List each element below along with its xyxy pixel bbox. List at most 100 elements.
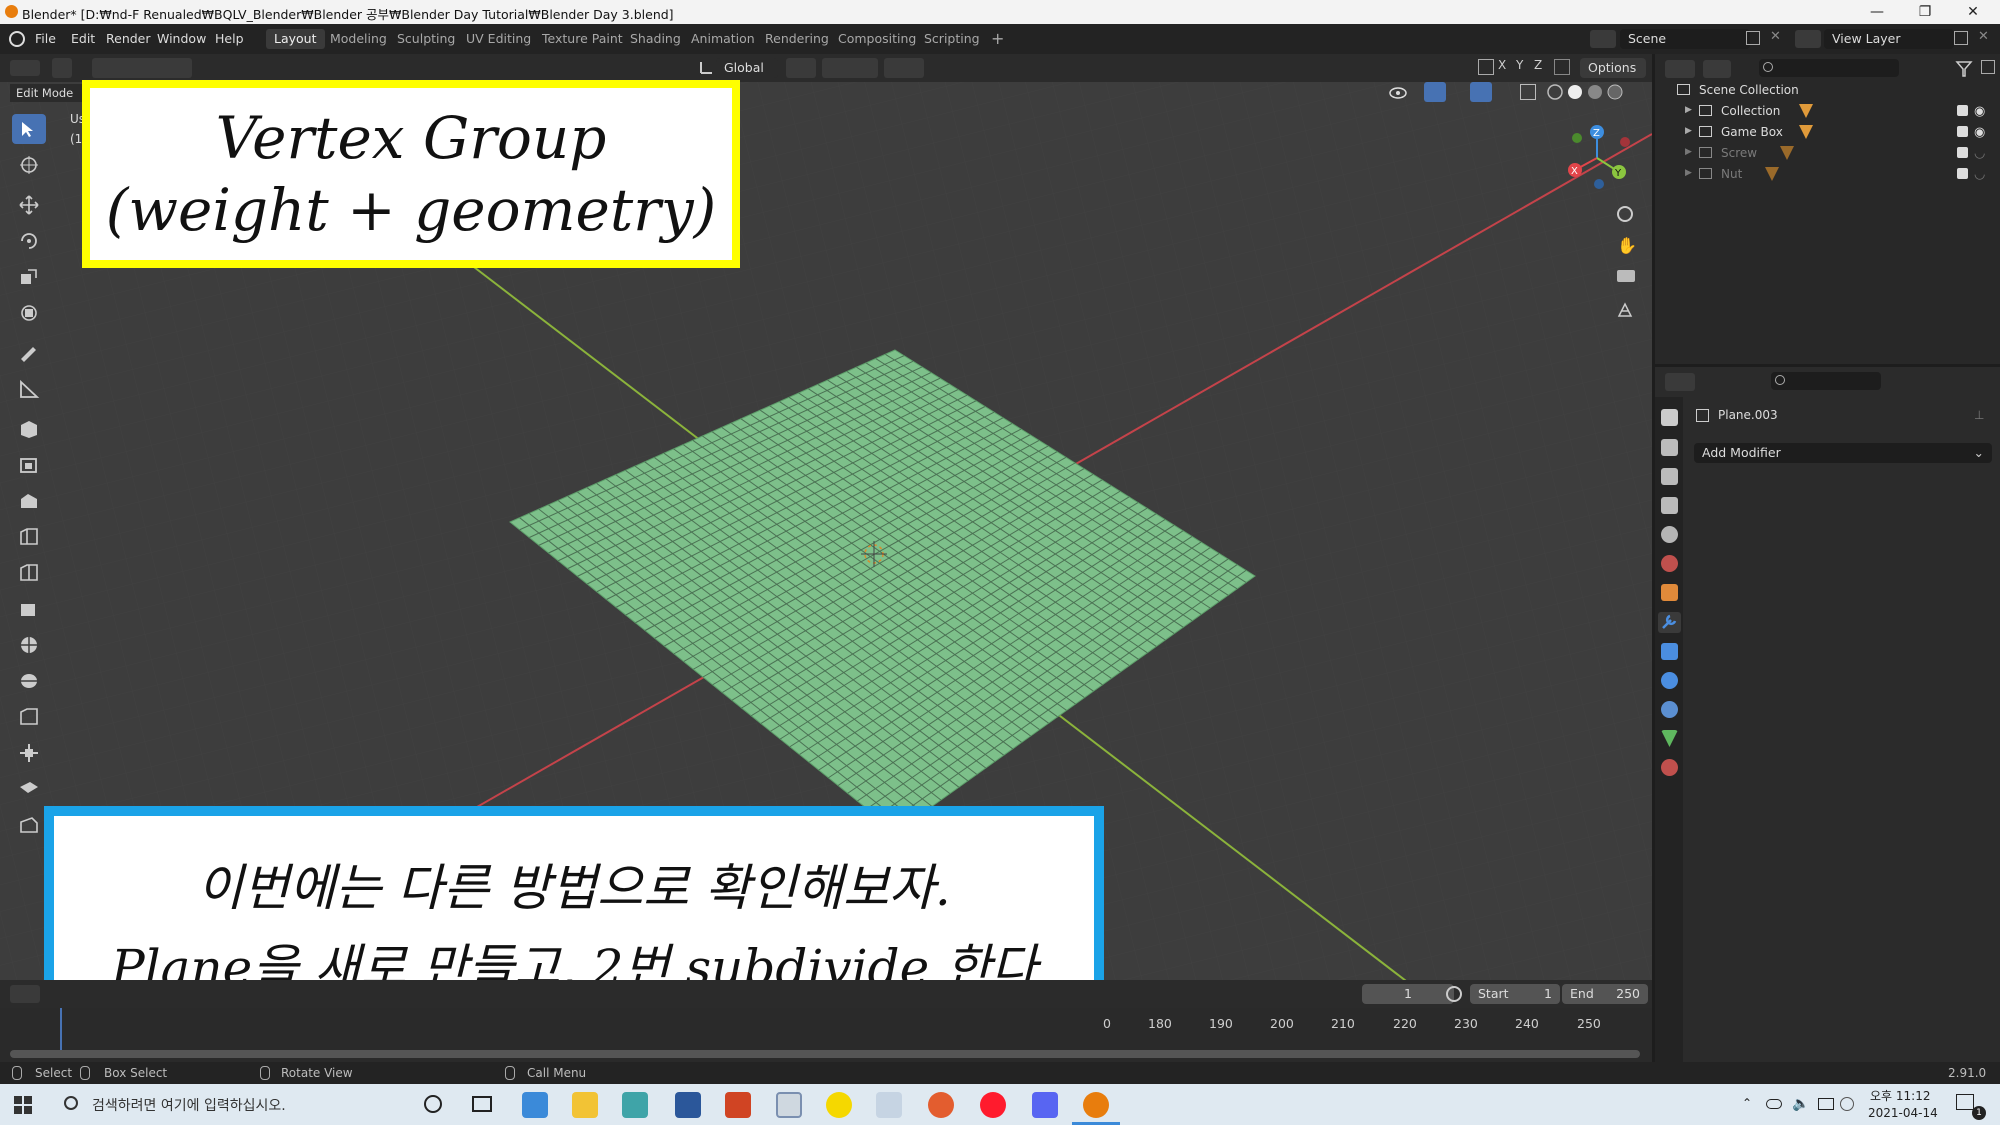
physics-tab-icon[interactable] (1661, 672, 1678, 689)
clock-date[interactable]: 2021-04-14 (1868, 1106, 1938, 1120)
measure-tool[interactable] (12, 374, 46, 404)
scene-selector[interactable]: Scene (1620, 29, 1750, 49)
bevel-tool[interactable] (12, 522, 46, 552)
tab-animation[interactable]: Animation (683, 29, 763, 49)
pin-icon[interactable]: ⊥ (1974, 408, 1984, 422)
outliner-row-scene-collection[interactable]: Scene Collection (1655, 80, 2000, 101)
pan-hand-icon[interactable]: ✋ (1617, 236, 1637, 255)
tab-modeling[interactable]: Modeling (322, 29, 395, 49)
eye-icon[interactable]: ◉ (1974, 104, 1985, 119)
playhead[interactable] (60, 1008, 62, 1054)
tool-tab-icon[interactable] (1661, 409, 1678, 426)
visibility-icon[interactable] (1388, 84, 1418, 102)
tab-shading[interactable]: Shading (622, 29, 689, 49)
scene-browse-icon[interactable] (1590, 30, 1616, 48)
blender-taskbar-icon[interactable] (1083, 1092, 1109, 1118)
menu-edit[interactable]: Edit (71, 31, 95, 46)
expand-arrow-icon[interactable]: ▶ (1685, 168, 1692, 178)
object-data-tab-icon[interactable] (1661, 730, 1678, 747)
spin-tool[interactable] (12, 666, 46, 696)
particles-tab-icon[interactable] (1661, 643, 1678, 660)
auto-merge-icon[interactable] (1554, 59, 1570, 75)
discord-icon[interactable] (1032, 1092, 1058, 1118)
zoom-icon[interactable] (1617, 206, 1633, 222)
onedrive-icon[interactable] (1766, 1099, 1782, 1109)
options-dropdown[interactable]: Options (1580, 58, 1646, 78)
ime-status-icon[interactable] (1840, 1097, 1854, 1111)
shading-mode-icons[interactable] (1546, 83, 1632, 101)
opera-icon[interactable] (980, 1092, 1006, 1118)
file-explorer-icon[interactable] (572, 1092, 598, 1118)
mirror-x-toggle[interactable]: X (1498, 58, 1506, 72)
smooth-tool[interactable] (12, 702, 46, 732)
knife-tool[interactable] (12, 594, 46, 624)
proportional-editing-icon[interactable] (884, 58, 924, 78)
timeline-editor-type-icon[interactable] (10, 985, 40, 1003)
loop-cut-tool[interactable] (12, 558, 46, 588)
new-scene-icon[interactable] (1746, 31, 1760, 45)
xray-toggle-icon[interactable] (1520, 84, 1536, 100)
eye-closed-icon[interactable]: ◡ (1974, 146, 1985, 161)
new-collection-icon[interactable] (1981, 60, 1995, 74)
mode-selector[interactable]: Edit Mode (10, 84, 82, 102)
add-modifier-dropdown[interactable]: Add Modifier ⌄ (1694, 443, 1992, 463)
clock-time[interactable]: 오후 11:12 (1870, 1087, 1930, 1104)
add-cube-tool[interactable] (12, 414, 46, 444)
timeline-scrollbar[interactable] (10, 1050, 1640, 1058)
tab-rendering[interactable]: Rendering (757, 29, 837, 49)
view-layer-browse-icon[interactable] (1795, 30, 1821, 48)
mirror-icon[interactable] (1478, 59, 1494, 75)
navigation-gizmo[interactable]: Z X Y (1555, 118, 1645, 194)
snap-icon[interactable] (822, 58, 878, 78)
mirror-z-toggle[interactable]: Z (1534, 58, 1542, 72)
select-box-tool[interactable] (12, 114, 46, 144)
start-frame-field[interactable]: Start 1 (1470, 984, 1560, 1004)
cortana-icon[interactable] (424, 1095, 442, 1113)
show-hidden-icons[interactable]: ⌃ (1742, 1096, 1752, 1110)
snipping-tool-icon[interactable] (776, 1092, 802, 1118)
rip-region-tool[interactable] (12, 810, 46, 840)
tab-layout[interactable]: Layout (266, 29, 325, 49)
annotate-tool[interactable] (12, 338, 46, 368)
pivot-point-icon[interactable] (786, 58, 816, 78)
menu-render[interactable]: Render (106, 31, 151, 46)
delete-scene-icon[interactable]: ✕ (1770, 29, 1781, 44)
task-view-icon[interactable] (472, 1096, 492, 1112)
selection-mode-icons[interactable] (92, 58, 192, 78)
edge-slide-tool[interactable] (12, 738, 46, 768)
clock-icon[interactable] (1446, 986, 1462, 1002)
menu-window[interactable]: Window (157, 31, 206, 46)
outliner-row-collection[interactable]: ▶ Collection ◉ (1655, 101, 2000, 122)
view-layer-tab-icon[interactable] (1661, 497, 1678, 514)
display-mode-icon[interactable] (1703, 60, 1731, 78)
inset-tool[interactable] (12, 486, 46, 516)
checkbox-icon[interactable] (1957, 147, 1968, 158)
add-workspace-button[interactable]: + (983, 29, 1012, 49)
restore-button[interactable]: ❐ (1902, 0, 1948, 24)
scene-tab-icon[interactable] (1661, 526, 1678, 543)
minimize-button[interactable]: — (1854, 0, 1900, 24)
network-icon[interactable] (1818, 1098, 1834, 1110)
tab-scripting[interactable]: Scripting (916, 29, 988, 49)
delete-view-layer-icon[interactable]: ✕ (1978, 29, 1989, 44)
eye-icon[interactable]: ◉ (1974, 125, 1985, 140)
volume-icon[interactable]: 🔈 (1792, 1096, 1809, 1112)
expand-arrow-icon[interactable]: ▶ (1685, 126, 1692, 136)
mirror-y-toggle[interactable]: Y (1516, 58, 1523, 72)
end-frame-field[interactable]: End 250 (1562, 984, 1648, 1004)
extrude-tool[interactable] (12, 450, 46, 480)
material-tab-icon[interactable] (1661, 759, 1678, 776)
filter-icon[interactable] (1955, 60, 1981, 78)
view-layer-selector[interactable]: View Layer (1824, 29, 1954, 49)
transform-tool[interactable] (12, 298, 46, 328)
select-cursor-icon[interactable] (52, 58, 72, 78)
menu-file[interactable]: File (35, 31, 56, 46)
checkbox-icon[interactable] (1957, 168, 1968, 179)
eye-closed-icon[interactable]: ◡ (1974, 167, 1985, 182)
notification-center-icon[interactable] (1956, 1094, 1974, 1110)
kakaotalk-icon[interactable] (826, 1092, 852, 1118)
blender-menu-icon[interactable] (9, 31, 25, 47)
object-tab-icon[interactable] (1661, 584, 1678, 601)
current-frame-field[interactable]: 1 (1362, 984, 1454, 1004)
powerpoint-icon[interactable] (725, 1092, 751, 1118)
